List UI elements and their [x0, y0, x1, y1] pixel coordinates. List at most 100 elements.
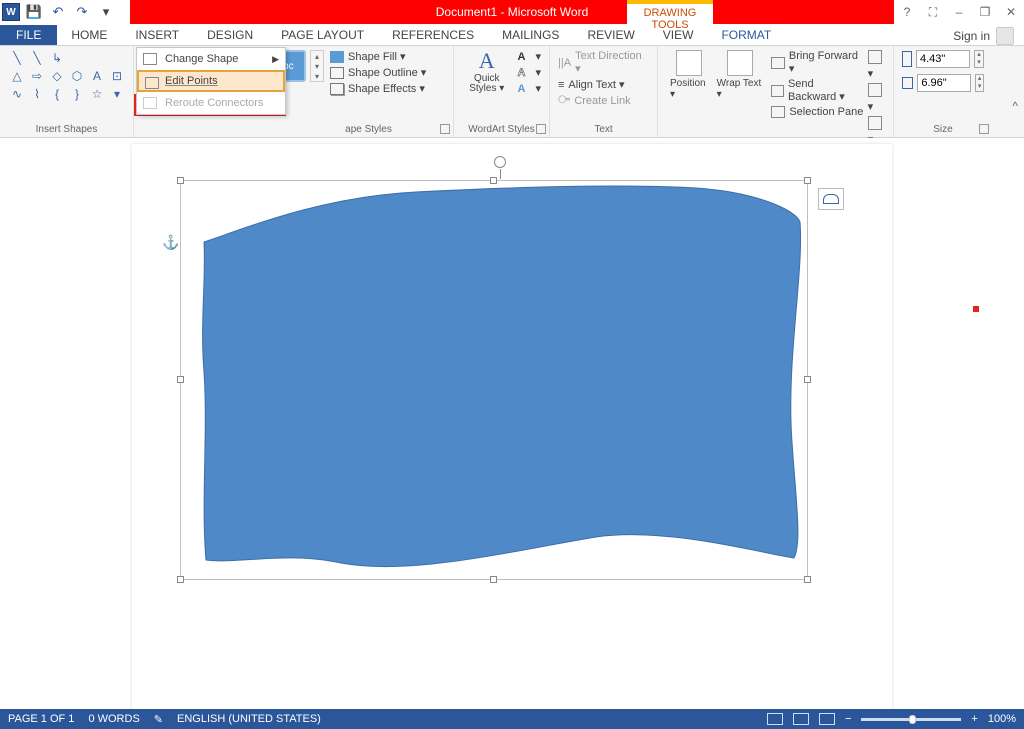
bring-forward-button[interactable]: Bring Forward ▾ — [771, 50, 863, 75]
wrap-icon — [727, 50, 753, 76]
view-web-icon[interactable] — [819, 713, 835, 725]
group-size: ▴▾ ▴▾ Size — [894, 46, 992, 137]
quick-styles-button[interactable]: A Quick Styles ▾ — [462, 50, 511, 95]
text-effects-button[interactable]: A▾ — [517, 82, 541, 95]
width-spinner[interactable]: ▴▾ — [975, 74, 984, 92]
restore-button[interactable]: ❐ — [976, 5, 994, 19]
shape-line2-icon[interactable]: ╲ — [28, 50, 46, 66]
save-button[interactable]: 💾 — [24, 2, 44, 22]
rotate-handle[interactable] — [494, 156, 506, 168]
shape-text-icon[interactable]: A — [88, 68, 106, 84]
shape-hex-icon[interactable]: ⬡ — [68, 68, 86, 84]
group-label-size: Size — [902, 122, 984, 137]
ribbon-options-button[interactable]: ⛶ — [924, 5, 942, 20]
size-dialog-launcher[interactable] — [979, 124, 989, 134]
menu-edit-points[interactable]: Edit Points — [137, 70, 285, 92]
height-input[interactable] — [916, 50, 970, 68]
shape-connector-icon[interactable]: ↳ — [48, 50, 66, 66]
shape-callout-icon[interactable]: ⊡ — [108, 68, 126, 84]
tab-home[interactable]: HOME — [57, 25, 121, 45]
tab-review[interactable]: REVIEW — [573, 25, 648, 45]
shape-arrow-icon[interactable]: ⇨ — [28, 68, 46, 84]
shape-curve-icon[interactable]: ∿ — [8, 86, 26, 102]
collapse-ribbon-button[interactable]: ^ — [1012, 99, 1018, 113]
wordart-dialog-launcher[interactable] — [536, 124, 546, 134]
resize-handle-s[interactable] — [490, 576, 497, 583]
shape-brace-icon[interactable]: { — [48, 86, 66, 102]
resize-handle-n[interactable] — [490, 177, 497, 184]
resize-handle-ne[interactable] — [804, 177, 811, 184]
view-print-icon[interactable] — [793, 713, 809, 725]
shape-styles-dialog-launcher[interactable] — [440, 124, 450, 134]
shape-diamond-icon[interactable]: ◇ — [48, 68, 66, 84]
resize-handle-sw[interactable] — [177, 576, 184, 583]
send-backward-button[interactable]: Send Backward ▾ — [771, 78, 863, 103]
resize-handle-nw[interactable] — [177, 177, 184, 184]
zoom-slider[interactable] — [861, 718, 961, 721]
tab-design[interactable]: DESIGN — [193, 25, 267, 45]
close-button[interactable]: ✕ — [1002, 5, 1020, 19]
position-button[interactable]: Position ▾ — [666, 50, 713, 146]
tab-insert[interactable]: INSERT — [121, 25, 193, 45]
width-input[interactable] — [917, 74, 971, 92]
tab-references[interactable]: REFERENCES — [378, 25, 488, 45]
shape-rect-icon[interactable] — [68, 50, 86, 66]
redo-button[interactable]: ↷ — [72, 2, 92, 22]
text-outline-button[interactable]: A▾ — [517, 66, 541, 79]
shape-freeform-icon[interactable]: ⌇ — [28, 86, 46, 102]
zoom-level[interactable]: 100% — [988, 713, 1016, 725]
style-gallery-more[interactable]: ▴▾▾ — [310, 50, 324, 82]
tab-page-layout[interactable]: PAGE LAYOUT — [267, 25, 378, 45]
shapes-gallery[interactable]: ╲ ╲ ↳ △ ⇨ ◇ ⬡ A ⊡ ∿ ⌇ { } ☆ ▾ — [8, 50, 125, 102]
status-proofing-icon[interactable]: ✎ — [154, 713, 163, 726]
status-words[interactable]: 0 WORDS — [88, 713, 139, 725]
shape-roundrect-icon[interactable] — [108, 50, 126, 66]
shape-more-icon[interactable]: ▾ — [108, 86, 126, 102]
resize-handle-se[interactable] — [804, 576, 811, 583]
document-area[interactable]: ⚓ — [0, 138, 1024, 709]
text-effects-icon: A — [517, 83, 531, 95]
help-button[interactable]: ? — [898, 5, 916, 19]
tab-format[interactable]: FORMAT — [707, 25, 785, 45]
shape-fill-button[interactable]: Shape Fill ▾ — [330, 50, 426, 63]
minimize-button[interactable]: – — [950, 5, 968, 19]
title-bar: W 💾 ↶ ↷ ▾ Document1 - Microsoft Word DRA… — [0, 0, 1024, 24]
align-text-button[interactable]: ≡Align Text ▾ — [558, 78, 649, 91]
zoom-thumb[interactable] — [909, 715, 916, 724]
wrap-text-button[interactable]: Wrap Text ▾ — [713, 50, 768, 146]
tab-file[interactable]: FILE — [0, 25, 57, 45]
align-button[interactable]: ▾ — [868, 50, 885, 80]
sign-in[interactable]: Sign in — [953, 27, 1024, 45]
width-row: ▴▾ — [902, 74, 984, 92]
shape-outline-button[interactable]: Shape Outline ▾ — [330, 66, 426, 79]
qat-more-button[interactable]: ▾ — [96, 2, 116, 22]
height-icon — [902, 51, 912, 67]
menu-change-shape[interactable]: Change Shape▶ — [137, 48, 285, 70]
status-language[interactable]: ENGLISH (UNITED STATES) — [177, 713, 321, 725]
zoom-out-button[interactable]: − — [845, 713, 851, 725]
avatar-icon — [996, 27, 1014, 45]
group-button[interactable]: ▾ — [868, 83, 885, 113]
selection-pane-button[interactable]: Selection Pane — [771, 106, 863, 118]
selection-pane-icon — [771, 106, 785, 118]
resize-handle-w[interactable] — [177, 376, 184, 383]
resize-handle-e[interactable] — [804, 376, 811, 383]
height-spinner[interactable]: ▴▾ — [974, 50, 984, 68]
contextual-tab-label: DRAWING TOOLS — [627, 0, 713, 24]
group-arrange: Position ▾ Wrap Text ▾ Bring Forward ▾ S… — [658, 46, 894, 137]
text-fill-button[interactable]: A▾ — [517, 50, 541, 63]
zoom-in-button[interactable]: + — [971, 713, 977, 725]
shape-triangle-icon[interactable]: △ — [8, 68, 26, 84]
shape-line-icon[interactable]: ╲ — [8, 50, 26, 66]
status-page[interactable]: PAGE 1 OF 1 — [8, 713, 74, 725]
shape-star-icon[interactable]: ☆ — [88, 86, 106, 102]
shape-oval-icon[interactable] — [88, 50, 106, 66]
view-read-icon[interactable] — [767, 713, 783, 725]
layout-options-button[interactable] — [818, 188, 844, 210]
tab-mailings[interactable]: MAILINGS — [488, 25, 573, 45]
undo-button[interactable]: ↶ — [48, 2, 68, 22]
shape-effects-button[interactable]: Shape Effects ▾ — [330, 82, 426, 95]
send-backward-icon — [771, 85, 784, 97]
shape-brace2-icon[interactable]: } — [68, 86, 86, 102]
group-insert-shapes: ╲ ╲ ↳ △ ⇨ ◇ ⬡ A ⊡ ∿ ⌇ { } ☆ ▾ Insert Sha… — [0, 46, 134, 137]
